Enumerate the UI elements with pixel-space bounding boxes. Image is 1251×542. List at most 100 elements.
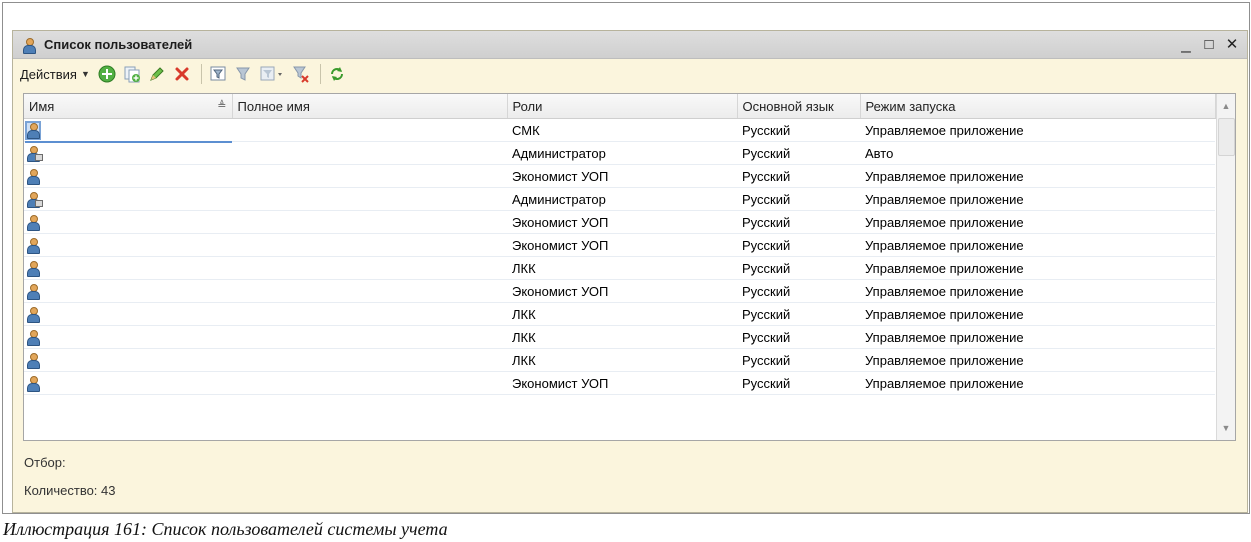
table-row[interactable]: ЛКК Русский Управляемое приложение xyxy=(24,348,1215,372)
user-icon xyxy=(25,121,41,141)
column-header-label: Имя xyxy=(29,98,55,114)
filter-list-button[interactable] xyxy=(232,63,254,85)
cell-role: ЛКК xyxy=(507,256,737,280)
column-header-roles[interactable]: Роли xyxy=(507,94,738,119)
cell-role: ЛКК xyxy=(507,348,737,372)
edit-icon xyxy=(149,67,164,81)
cell-fullname xyxy=(232,187,507,211)
window-title: Список пользователей xyxy=(44,37,193,52)
user-icon xyxy=(27,284,40,301)
table-row[interactable]: Экономист УОП Русский Управляемое приложен… xyxy=(24,279,1215,303)
user-icon xyxy=(27,238,40,255)
cell-role: Экономист УОП xyxy=(507,279,737,303)
cell-role: СМК xyxy=(507,118,737,142)
cell-language: Русский xyxy=(737,371,860,395)
cell-language: Русский xyxy=(737,210,860,234)
cell-name xyxy=(24,256,232,280)
cell-role: Администратор xyxy=(507,141,737,165)
add-icon xyxy=(98,65,116,83)
refresh-icon xyxy=(330,67,343,81)
table-row[interactable]: СМК Русский Управляемое приложение xyxy=(24,118,1215,142)
table-row[interactable]: Администратор Русский Авто xyxy=(24,141,1215,165)
cell-name xyxy=(24,164,232,188)
cell-launch-mode: Управляемое приложение xyxy=(860,302,1215,326)
filter-icon xyxy=(210,66,226,81)
table-row[interactable]: Экономист УОП Русский Управляемое приложен… xyxy=(24,233,1215,257)
cell-name xyxy=(24,187,232,211)
toolbar: Действия ▼ xyxy=(13,59,1247,89)
refresh-button[interactable] xyxy=(326,63,348,85)
filter-history-button[interactable] xyxy=(257,63,287,85)
cell-launch-mode: Управляемое приложение xyxy=(860,187,1215,211)
table-row[interactable]: Администратор Русский Управляемое приложен… xyxy=(24,187,1215,211)
table-row[interactable]: ЛКК Русский Управляемое приложение xyxy=(24,256,1215,280)
edit-button[interactable] xyxy=(146,63,168,85)
add-button[interactable] xyxy=(96,63,118,85)
users-list-window: Список пользователей _ □ ✕ Действия ▼ Им… xyxy=(12,30,1248,513)
column-header-name[interactable]: Имя ≜ xyxy=(24,94,233,119)
toolbar-separator xyxy=(319,64,321,84)
scroll-down-icon[interactable]: ▼ xyxy=(1217,419,1235,437)
cell-language: Русский xyxy=(737,256,860,280)
scroll-up-icon[interactable]: ▲ xyxy=(1217,97,1235,115)
cell-launch-mode: Управляемое приложение xyxy=(860,348,1215,372)
cell-fullname xyxy=(232,210,507,234)
cell-fullname xyxy=(232,118,507,142)
column-header-language[interactable]: Основной язык xyxy=(737,94,861,119)
column-header-launch-mode[interactable]: Режим запуска xyxy=(860,94,1216,119)
cell-fullname xyxy=(232,348,507,372)
user-admin-icon xyxy=(27,146,43,163)
delete-button[interactable] xyxy=(171,63,193,85)
copy-button[interactable] xyxy=(121,63,143,85)
user-icon xyxy=(27,169,40,186)
filter-label: Отбор: xyxy=(24,455,66,470)
column-header-fullname[interactable]: Полное имя xyxy=(232,94,508,119)
user-icon xyxy=(27,261,40,278)
cell-fullname xyxy=(232,141,507,165)
cell-role: ЛКК xyxy=(507,302,737,326)
cell-language: Русский xyxy=(737,279,860,303)
user-icon xyxy=(27,376,40,393)
title-bar: Список пользователей _ □ ✕ xyxy=(13,31,1247,59)
actions-menu[interactable]: Действия ▼ xyxy=(20,67,90,82)
cell-name xyxy=(24,118,232,142)
cell-fullname xyxy=(232,279,507,303)
cell-launch-mode: Авто xyxy=(860,141,1215,165)
minimize-button[interactable]: _ xyxy=(1175,34,1197,54)
cell-fullname xyxy=(232,233,507,257)
cell-launch-mode: Управляемое приложение xyxy=(860,233,1215,257)
cell-launch-mode: Управляемое приложение xyxy=(860,256,1215,280)
toolbar-separator xyxy=(200,64,202,84)
cell-name xyxy=(24,210,232,234)
vertical-scrollbar[interactable]: ▲ ▼ xyxy=(1216,94,1235,440)
user-icon xyxy=(27,307,40,324)
clear-filter-button[interactable] xyxy=(290,63,312,85)
cell-name xyxy=(24,141,232,165)
record-count: Количество: 43 xyxy=(24,483,116,498)
cell-name xyxy=(24,233,232,257)
clear-filter-icon xyxy=(292,66,309,83)
user-icon xyxy=(23,37,37,54)
table-row[interactable]: Экономист УОП Русский Управляемое приложен… xyxy=(24,210,1215,234)
maximize-button[interactable]: □ xyxy=(1198,34,1220,54)
cell-fullname xyxy=(232,302,507,326)
cell-fullname xyxy=(232,256,507,280)
actions-label: Действия xyxy=(20,66,77,82)
chevron-down-icon: ▼ xyxy=(80,69,90,79)
user-icon xyxy=(27,215,40,232)
scrollbar-thumb[interactable] xyxy=(1218,118,1235,156)
selection-indicator xyxy=(25,141,232,143)
table-row[interactable]: Экономист УОП Русский Управляемое приложен… xyxy=(24,371,1215,395)
user-icon xyxy=(27,353,40,370)
cell-language: Русский xyxy=(737,118,860,142)
table-row[interactable]: ЛКК Русский Управляемое приложение xyxy=(24,302,1215,326)
cell-language: Русский xyxy=(737,187,860,211)
filter-button[interactable] xyxy=(207,63,229,85)
cell-launch-mode: Управляемое приложение xyxy=(860,371,1215,395)
cell-fullname xyxy=(232,164,507,188)
close-button[interactable]: ✕ xyxy=(1221,34,1243,54)
cell-role: Экономист УОП xyxy=(507,210,737,234)
cell-role: Администратор xyxy=(507,187,737,211)
table-row[interactable]: ЛКК Русский Управляемое приложение xyxy=(24,325,1215,349)
table-row[interactable]: Экономист УОП Русский Управляемое приложен… xyxy=(24,164,1215,188)
